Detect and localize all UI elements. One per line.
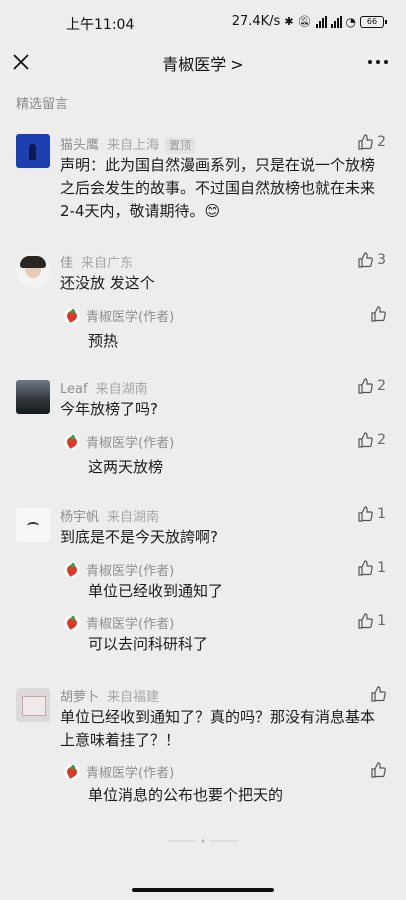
reply-author: 青椒医学(作者) bbox=[86, 766, 175, 781]
qingjiao-logo-icon bbox=[64, 561, 80, 578]
comment-meta: 杨宇帆 来自湖南 bbox=[60, 506, 159, 525]
avatar[interactable] bbox=[16, 134, 50, 168]
like-count: 1 bbox=[377, 506, 386, 522]
avatar[interactable] bbox=[16, 508, 50, 542]
qingjiao-logo-icon bbox=[64, 307, 80, 324]
reply-meta: 青椒医学(作者) bbox=[64, 560, 174, 579]
comment-meta: 胡萝卜 来自福建 bbox=[60, 686, 159, 705]
comment-text: 单位已经收到通知了？真的吗？那没有消息基本上意味着挂了？！ bbox=[60, 708, 376, 749]
signal-icon bbox=[330, 15, 342, 28]
qingjiao-logo-icon bbox=[64, 433, 80, 450]
qingjiao-logo-icon bbox=[64, 763, 80, 780]
section-label: 精选留言 bbox=[16, 97, 69, 112]
comment-author[interactable]: Leaf bbox=[60, 382, 88, 397]
pinned-badge: 置顶 bbox=[165, 138, 196, 154]
qingjiao-logo-icon bbox=[64, 614, 80, 631]
reply-text: 单位消息的公布也要个把天的 bbox=[88, 786, 284, 804]
like-count: 2 bbox=[377, 432, 386, 448]
comment-author[interactable]: 杨宇帆 bbox=[60, 510, 99, 525]
home-indicator[interactable] bbox=[132, 888, 274, 892]
mute-icon: 🔕︎ bbox=[297, 15, 312, 28]
reply-author: 青椒医学(作者) bbox=[86, 436, 175, 451]
like-button[interactable]: 1 bbox=[357, 506, 386, 522]
comment-author[interactable]: 猫头鹰 bbox=[60, 138, 99, 153]
like-button[interactable]: 1 bbox=[357, 613, 386, 629]
thumbs-up-icon bbox=[358, 560, 373, 576]
like-button[interactable]: 2 bbox=[357, 134, 386, 150]
comment-text: 到底是不是今天放誇啊? bbox=[60, 528, 218, 546]
comment-location: 来自上海 bbox=[107, 138, 160, 153]
reply-text: 这两天放榜 bbox=[88, 458, 164, 476]
page-title: 青椒医学 bbox=[162, 55, 227, 74]
reply-text: 预热 bbox=[88, 332, 119, 350]
thumbs-up-icon bbox=[358, 506, 373, 522]
thumbs-up-icon bbox=[371, 762, 386, 778]
thumbs-up-icon bbox=[371, 306, 386, 322]
comment-text: 声明：此为国自然漫画系列，只是在说一个放榜之后会发生的故事。不过国自然放榜也就在… bbox=[60, 156, 376, 220]
avatar[interactable] bbox=[16, 380, 50, 414]
comment-text: 今年放榜了吗? bbox=[60, 400, 158, 418]
nav-bar: 青椒医学 > bbox=[0, 40, 406, 84]
like-button[interactable] bbox=[370, 762, 386, 778]
bluetooth-icon: ✱ bbox=[284, 15, 294, 28]
like-button[interactable] bbox=[370, 686, 386, 702]
comment-author[interactable]: 胡萝卜 bbox=[60, 690, 99, 705]
reply-meta: 青椒医学(作者) bbox=[64, 306, 174, 325]
account-title-link[interactable]: 青椒医学 > bbox=[0, 51, 406, 75]
status-bar: 上午11:04 27.4K/s ✱ 🔕︎ ◔ 66 bbox=[0, 0, 406, 40]
end-of-list-divider bbox=[168, 839, 238, 843]
comment-text: 还没放 发这个 bbox=[60, 274, 155, 292]
comment-location: 来自湖南 bbox=[107, 510, 160, 525]
status-time: 上午11:04 bbox=[66, 17, 135, 33]
like-count: 2 bbox=[377, 134, 386, 150]
avatar[interactable] bbox=[16, 688, 50, 722]
thumbs-up-icon bbox=[358, 252, 373, 268]
comment-meta: 猫头鹰 来自上海 置顶 bbox=[60, 134, 196, 154]
avatar[interactable] bbox=[16, 254, 50, 288]
signal-icon bbox=[315, 15, 327, 28]
comment-author[interactable]: 佳 bbox=[60, 256, 73, 271]
wifi-icon: ◔ bbox=[345, 14, 356, 29]
like-button[interactable] bbox=[370, 306, 386, 322]
chevron-right-icon: > bbox=[230, 55, 244, 74]
like-count: 1 bbox=[377, 613, 386, 629]
reply-author: 青椒医学(作者) bbox=[86, 617, 175, 632]
reply-author: 青椒医学(作者) bbox=[86, 564, 175, 579]
battery-icon: 66 bbox=[360, 15, 387, 28]
thumbs-up-icon bbox=[371, 686, 386, 702]
like-button[interactable]: 2 bbox=[357, 432, 386, 448]
comment-location: 来自湖南 bbox=[95, 382, 148, 397]
like-button[interactable]: 1 bbox=[357, 560, 386, 576]
like-count: 2 bbox=[377, 378, 386, 394]
like-count: 1 bbox=[377, 560, 386, 576]
like-button[interactable]: 2 bbox=[357, 378, 386, 394]
reply-text: 可以去问科研科了 bbox=[88, 635, 209, 653]
like-count: 3 bbox=[377, 252, 386, 268]
more-icon[interactable] bbox=[368, 60, 388, 64]
net-speed: 27.4K/s bbox=[231, 14, 281, 29]
reply-author: 青椒医学(作者) bbox=[86, 310, 175, 325]
comment-location: 来自广东 bbox=[81, 256, 134, 271]
status-indicators: 27.4K/s ✱ 🔕︎ ◔ 66 bbox=[231, 14, 387, 29]
comment-location: 来自福建 bbox=[107, 690, 160, 705]
comment-meta: Leaf 来自湖南 bbox=[60, 378, 148, 397]
reply-meta: 青椒医学(作者) bbox=[64, 432, 174, 451]
reply-meta: 青椒医学(作者) bbox=[64, 613, 174, 632]
thumbs-up-icon bbox=[358, 134, 373, 150]
like-button[interactable]: 3 bbox=[357, 252, 386, 268]
thumbs-up-icon bbox=[358, 378, 373, 394]
comment-meta: 佳来自广东 bbox=[60, 252, 133, 271]
thumbs-up-icon bbox=[358, 613, 373, 629]
reply-meta: 青椒医学(作者) bbox=[64, 762, 174, 781]
reply-text: 单位已经收到通知了 bbox=[88, 582, 224, 600]
thumbs-up-icon bbox=[358, 432, 373, 448]
